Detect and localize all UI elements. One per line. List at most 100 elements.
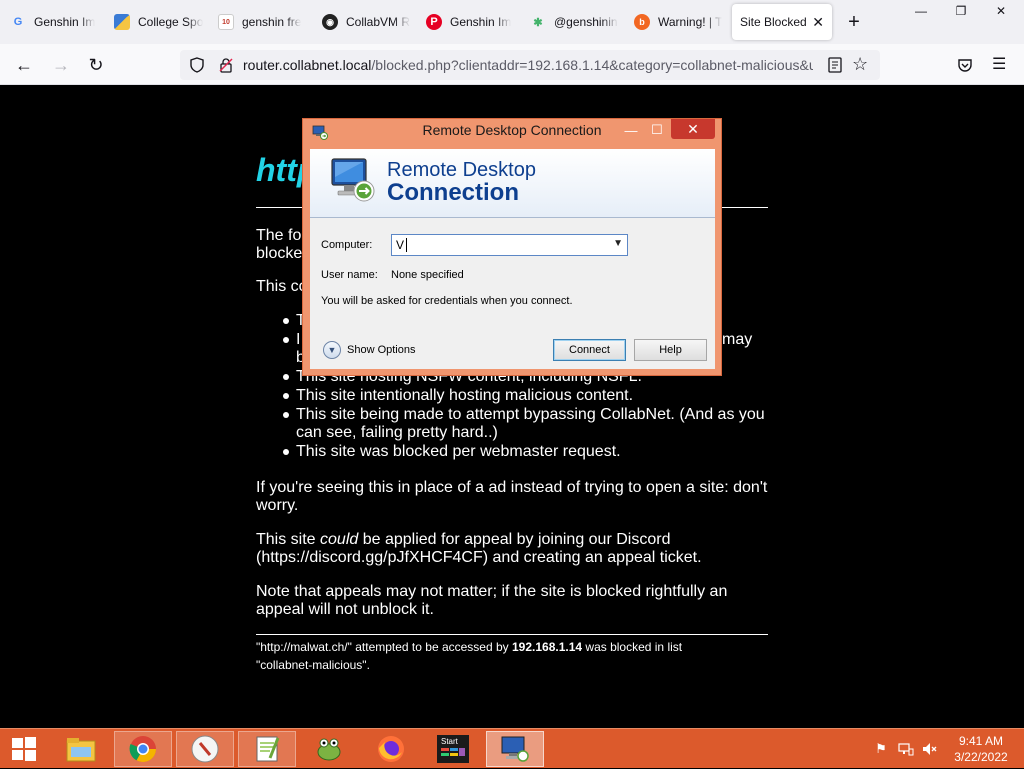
minimize-icon: — [624, 122, 638, 138]
google-icon: G [13, 16, 23, 28]
firefox-icon [378, 736, 404, 762]
list-item: This site was blocked per webmaster requ… [283, 443, 776, 461]
start-app-icon: Start [437, 735, 469, 763]
taskbar-chrome[interactable] [114, 731, 172, 767]
brand-line-2: Connection [387, 179, 519, 206]
dialog-close-button[interactable]: ✕ [671, 119, 715, 139]
appeal-paragraph: This site could be applied for appeal by… [256, 531, 776, 567]
clock-date: 3/22/2022 [954, 750, 1008, 764]
volume-muted-icon[interactable] [921, 741, 937, 757]
url-host: router.collabnet.local [243, 57, 372, 73]
show-options-label[interactable]: Show Options [347, 344, 415, 356]
url-path: /blocked.php?clientaddr=192.168.1.14&cat… [371, 57, 813, 73]
url-bar[interactable]: router.collabnet.local/blocked.php?clien… [180, 50, 880, 80]
appeal-emphasis: could [320, 531, 359, 548]
connect-button[interactable]: Connect [553, 339, 626, 361]
chrome-icon [129, 736, 157, 763]
network-icon[interactable] [898, 741, 914, 757]
tab-label: Site Blocked [740, 15, 807, 29]
computer-label: Computer: [321, 239, 373, 251]
close-icon: ✕ [995, 4, 1007, 18]
tab-genshin-pinterest[interactable]: P Genshin Im [416, 4, 520, 40]
list-item: This site intentionally hosting maliciou… [283, 387, 776, 405]
action-center-flag-icon[interactable]: ⚑ [873, 741, 889, 757]
appeal-note: Note that appeals may not matter; if the… [256, 583, 728, 618]
bookmark-star-icon[interactable]: ☆ [852, 54, 868, 75]
dialog-maximize-button[interactable]: ☐ [647, 121, 667, 139]
dialog-body: Remote Desktop Connection Computer: V ▼ … [310, 149, 715, 369]
shield-icon[interactable] [189, 57, 205, 73]
appeal-pre: This site [256, 531, 321, 548]
notepad-plus-plus-icon [256, 736, 280, 762]
file-explorer-icon [66, 738, 96, 762]
close-window-button[interactable]: ✕ [984, 0, 1018, 22]
tab-genshin-free[interactable]: 10 genshin fre [208, 4, 312, 40]
blocked-footer: "http://malwat.ch/" attempted to be acce… [256, 638, 768, 674]
new-tab-button[interactable]: + [838, 4, 870, 40]
pocket-icon[interactable] [957, 57, 973, 73]
tab-label: Genshin Im [450, 15, 512, 29]
tab-label: College Spo [138, 15, 204, 29]
tab-warning[interactable]: b Warning! | T [624, 4, 728, 40]
reload-icon: ↻ [88, 54, 104, 75]
windows-logo-icon [12, 737, 36, 761]
taskbar-start-app[interactable]: Start [424, 731, 482, 767]
pinterest-icon: P [426, 14, 442, 30]
reader-view-icon[interactable] [828, 57, 842, 73]
tab-college-sports[interactable]: College Spo [104, 4, 208, 40]
arrow-left-icon: ← [15, 54, 33, 75]
url-text[interactable]: router.collabnet.local/blocked.php?clien… [243, 57, 813, 73]
remote-desktop-monitor-icon [331, 158, 375, 202]
tab-label: Genshin Im [34, 15, 96, 29]
tab-site-blocked[interactable]: Site Blocked ✕ [732, 4, 832, 40]
computer-value[interactable]: V [396, 238, 404, 252]
close-icon: ✕ [687, 120, 699, 137]
taskbar-firefox[interactable] [362, 731, 420, 767]
close-tab-icon[interactable]: ✕ [812, 14, 824, 31]
minimize-icon: — [915, 4, 927, 18]
linktree-icon: ✱ [533, 16, 543, 29]
dialog-banner: Remote Desktop Connection [310, 149, 715, 218]
tab-genshin-google[interactable]: G Genshin Im [0, 4, 104, 40]
tab-label: CollabVM R [346, 15, 411, 29]
tab-label: @genshinin [554, 15, 618, 29]
footer-list: "collabnet-malicious". [256, 658, 370, 672]
taskbar-notepad-plus-plus[interactable] [238, 731, 296, 767]
restore-window-button[interactable]: ❐ [944, 0, 978, 22]
intro-line-1: The fo [256, 227, 302, 244]
back-button[interactable]: ← [11, 52, 37, 78]
reason-text-tail: may [722, 331, 753, 348]
remote-desktop-dialog: Remote Desktop Connection — ☐ ✕ Remote D… [302, 118, 722, 376]
minimize-window-button[interactable]: — [904, 0, 938, 22]
taskbar-frog-app[interactable] [300, 731, 358, 767]
start-app-label: Start [441, 737, 459, 746]
menu-button[interactable]: ☰ [992, 54, 1006, 74]
tab-genshinin[interactable]: ✱ @genshinin [520, 4, 624, 40]
tab-label: genshin fre [242, 15, 302, 29]
show-options-toggle[interactable]: ▼ Show Options [323, 341, 415, 359]
maximize-icon: ☐ [651, 122, 663, 137]
username-value: None specified [391, 269, 464, 281]
compass-app-icon [191, 735, 219, 763]
help-button[interactable]: Help [634, 339, 707, 361]
remote-desktop-icon [501, 736, 529, 762]
chevron-down-icon[interactable]: ▼ [613, 238, 623, 249]
start-button[interactable] [0, 729, 48, 769]
system-clock[interactable]: 9:41 AM 3/22/2022 [950, 733, 1012, 765]
divider [256, 634, 768, 635]
expand-chevron-icon[interactable]: ▼ [323, 341, 341, 359]
username-label: User name: [321, 269, 378, 281]
insecure-lock-icon[interactable] [218, 57, 234, 73]
forward-button[interactable]: → [48, 52, 74, 78]
taskbar-compass-app[interactable] [176, 731, 234, 767]
college-site-icon [114, 14, 130, 30]
reload-button[interactable]: ↻ [83, 52, 109, 78]
taskbar-file-explorer[interactable] [52, 731, 110, 767]
taskbar-remote-desktop[interactable] [486, 731, 544, 767]
dialog-minimize-button[interactable]: — [621, 121, 641, 139]
intro-line-2: blocke [256, 245, 303, 262]
footer-ip: 192.168.1.14 [511, 640, 583, 654]
taskbar: Start ⚑ 9:41 AM 3/22/2022 [0, 728, 1024, 768]
tab-collabvm[interactable]: ◉ CollabVM R [312, 4, 416, 40]
computer-combobox[interactable]: V ▼ [391, 234, 628, 256]
